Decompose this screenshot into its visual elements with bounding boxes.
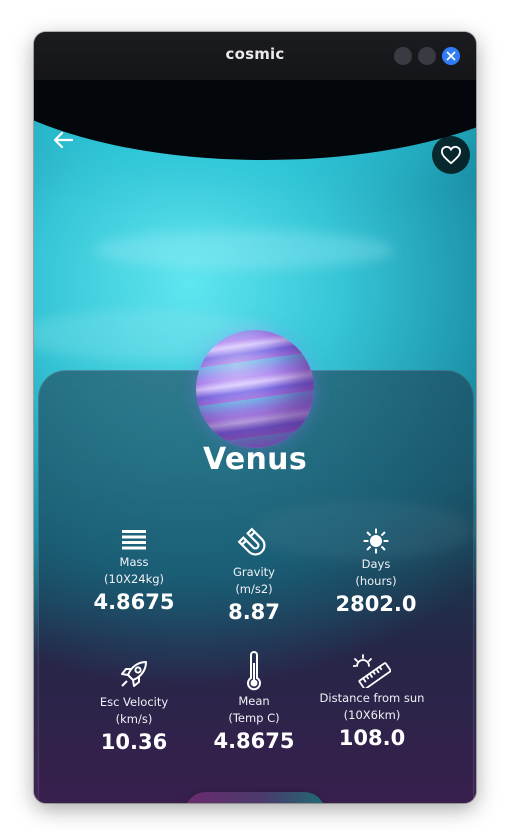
- stat-unit: (hours): [355, 574, 397, 588]
- minimize-button[interactable]: [394, 47, 412, 65]
- stat-value: 4.8675: [93, 590, 175, 614]
- cloud-band: [94, 230, 394, 270]
- close-button[interactable]: [442, 47, 460, 65]
- sun-icon: [363, 528, 389, 554]
- planet-image: [196, 330, 314, 448]
- stat-distance-from-sun: Distance from sun (10X6km) 108.0: [297, 652, 447, 750]
- stat-label: Gravity: [232, 565, 275, 579]
- close-icon: [446, 51, 456, 61]
- stat-value: 2802.0: [335, 592, 417, 616]
- title-bar[interactable]: cosmic: [34, 32, 476, 80]
- distance-sun-icon: [353, 654, 391, 688]
- rocket-icon: [121, 661, 147, 687]
- space-background: [34, 80, 476, 160]
- thermometer-icon: [247, 651, 261, 691]
- stat-value: 108.0: [338, 726, 406, 750]
- stat-mass: Mass (10X24kg) 4.8675: [64, 528, 204, 614]
- arrow-left-icon: [53, 131, 74, 149]
- stat-value: 10.36: [100, 730, 168, 754]
- planet-name: Venus: [203, 442, 307, 477]
- stat-value: 8.87: [228, 600, 280, 624]
- stat-label: Esc Velocity: [99, 695, 169, 709]
- stat-label: Days: [361, 557, 391, 571]
- favorite-button[interactable]: [432, 136, 470, 174]
- planet-detail-screen: Venus Mass (10X24kg) 4.8675 Gravity (m/s…: [34, 80, 476, 803]
- layers-icon: [122, 530, 146, 550]
- back-button[interactable]: [52, 130, 78, 152]
- maximize-button[interactable]: [418, 47, 436, 65]
- visit-button[interactable]: Visit: [184, 792, 326, 803]
- stat-unit: (km/s): [115, 712, 153, 726]
- stat-escape-velocity: Esc Velocity (km/s) 10.36: [64, 656, 204, 754]
- stat-unit: (m/s2): [235, 582, 273, 596]
- stat-label: Mass: [119, 555, 149, 569]
- stat-label: Distance from sun: [319, 691, 425, 705]
- magnet-icon: [237, 527, 266, 556]
- app-window: cosmic Venus Mass (10X24kg) 4.8675 Gravi…: [34, 32, 476, 803]
- heart-icon: [440, 145, 462, 165]
- stat-days: Days (hours) 2802.0: [306, 528, 446, 616]
- stat-gravity: Gravity (m/s2) 8.87: [184, 526, 324, 624]
- stat-unit: (10X6km): [343, 708, 401, 722]
- stat-unit: (10X24kg): [103, 572, 165, 586]
